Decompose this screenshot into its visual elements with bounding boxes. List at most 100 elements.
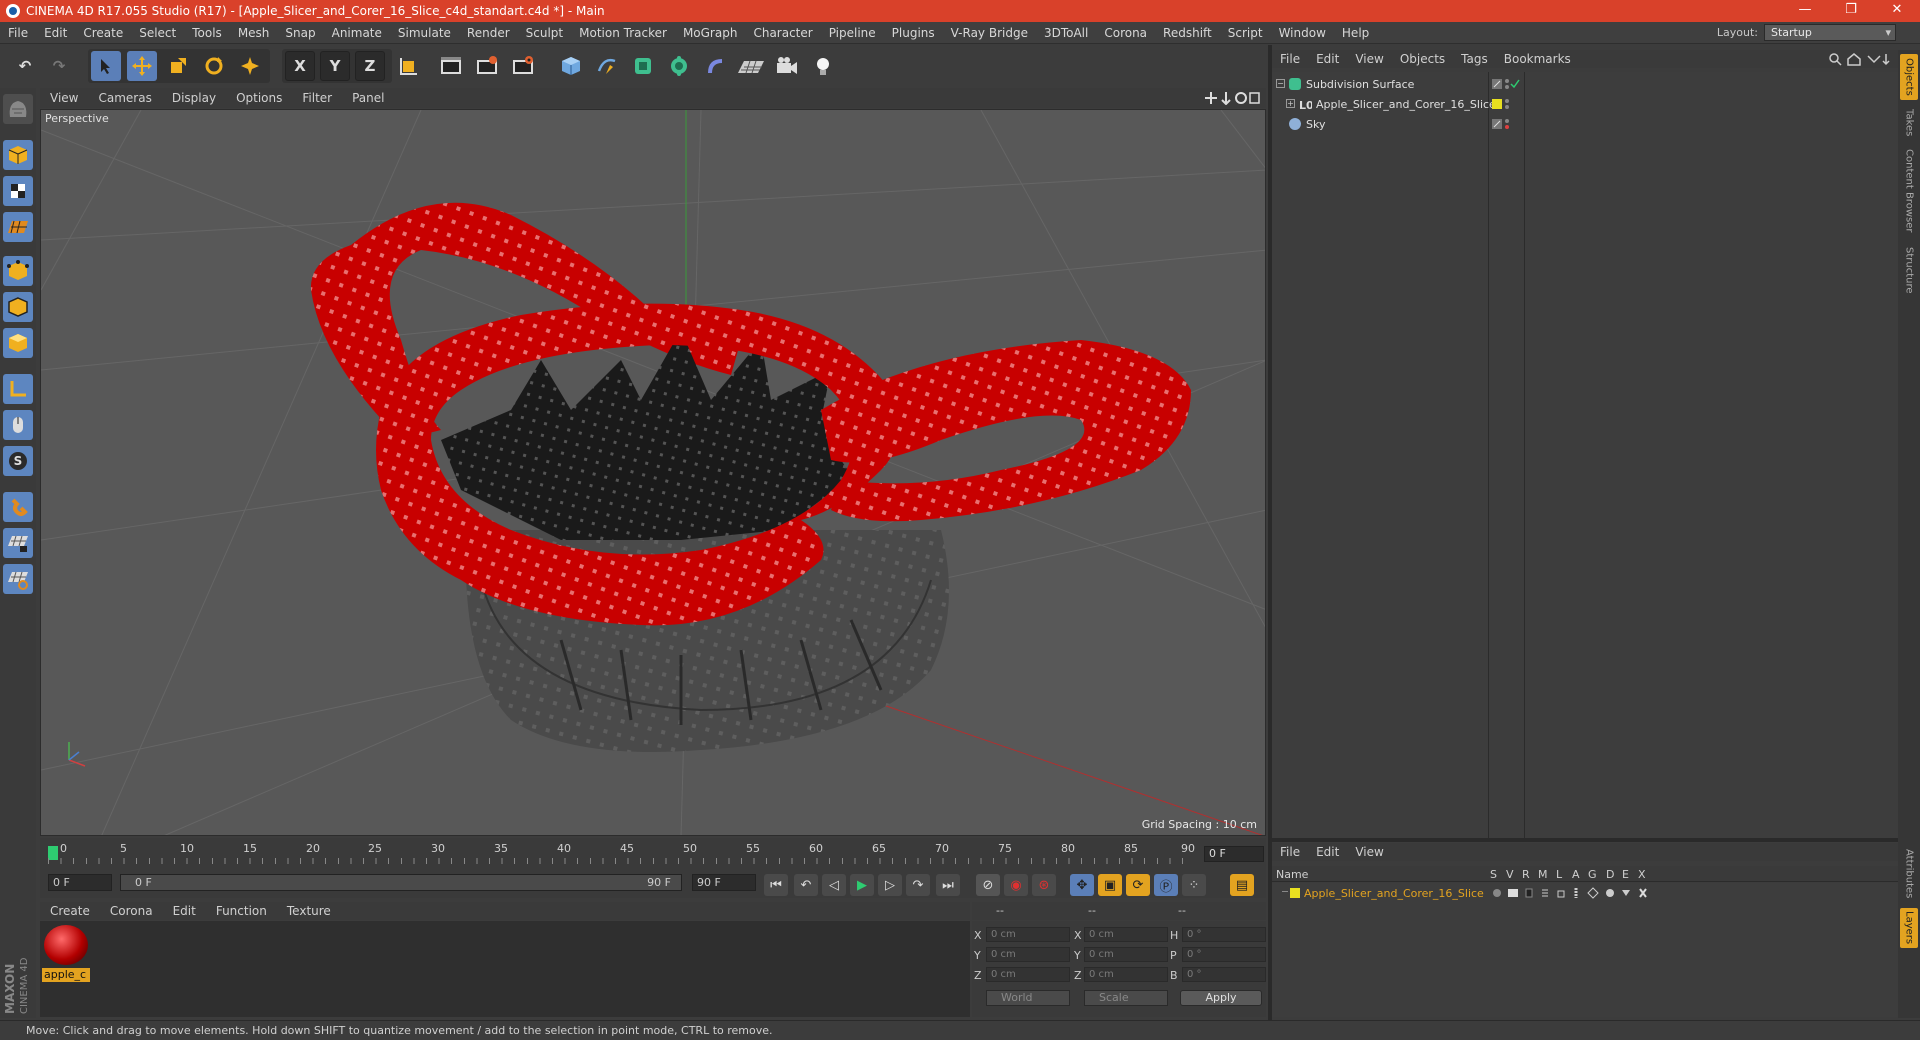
end-frame-field[interactable]: 90 F [692,874,756,891]
viewport-menu-filter[interactable]: Filter [292,91,342,105]
material-menu-corona[interactable]: Corona [100,904,163,918]
go-to-start-icon[interactable]: ⏮ [764,874,788,896]
snap-icon[interactable]: S [3,446,33,476]
key-pla-icon[interactable]: ⁘ [1182,874,1206,896]
menu-mograph[interactable]: MoGraph [675,26,746,40]
menu-render[interactable]: Render [459,26,518,40]
layout-select[interactable]: Startup [1764,24,1896,41]
om-menu-objects[interactable]: Objects [1392,52,1453,66]
tab-structure[interactable]: Structure [1900,242,1918,298]
render-settings-icon[interactable] [508,51,538,81]
size-x-field[interactable]: 0 cm [1084,927,1168,942]
apply-button[interactable]: Apply [1180,990,1262,1006]
tab-layers[interactable]: Layers [1900,908,1918,948]
model-mode-icon[interactable] [3,140,33,170]
points-mode-icon[interactable] [3,256,33,286]
viewport-menu-display[interactable]: Display [162,91,226,105]
move-tool-icon[interactable] [127,51,157,81]
menu-mesh[interactable]: Mesh [230,26,278,40]
tab-takes[interactable]: Takes [1900,106,1918,140]
menu-select[interactable]: Select [131,26,184,40]
layer-row[interactable]: Apple_Slicer_and_Corer_16_Slice [1272,883,1898,903]
menu-pipeline[interactable]: Pipeline [821,26,884,40]
current-frame-field[interactable]: 0 F [1204,846,1264,862]
autokey-icon[interactable]: ⊛ [1032,874,1056,896]
om-menu-file[interactable]: File [1272,52,1308,66]
next-key-icon[interactable]: ↷ [906,874,930,896]
spline-pen-icon[interactable] [592,51,622,81]
menu-edit[interactable]: Edit [36,26,75,40]
rotate-tool-icon[interactable] [199,51,229,81]
minimize-button[interactable]: — [1782,0,1828,22]
om-menu-bookmarks[interactable]: Bookmarks [1496,52,1579,66]
om-search-home-icons[interactable] [1828,52,1892,66]
x-axis-lock[interactable]: X [285,51,315,81]
position-y-field[interactable]: 0 cm [986,947,1070,962]
magnet-icon[interactable] [3,492,33,522]
size-mode-select[interactable]: Scale [1084,990,1168,1006]
range-slider[interactable]: 0 F 90 F [120,874,682,891]
make-editable-icon[interactable] [3,94,33,124]
material-menu-function[interactable]: Function [206,904,277,918]
collapse-icon[interactable]: − [1276,79,1285,88]
workplane-mode-icon[interactable] [3,212,33,242]
viewport-menu-view[interactable]: View [40,91,88,105]
menu-plugins[interactable]: Plugins [884,26,943,40]
material-menu-edit[interactable]: Edit [163,904,206,918]
object-row-sky[interactable]: Sky [1272,114,1898,134]
lm-menu-edit[interactable]: Edit [1308,845,1347,859]
menu-redshift[interactable]: Redshift [1155,26,1220,40]
previous-frame-icon[interactable]: ◁ [822,874,846,896]
layer-color-icon[interactable] [1492,97,1520,111]
planar-workplane-icon[interactable] [3,564,33,594]
live-select-icon[interactable] [235,51,265,81]
position-x-field[interactable]: 0 cm [986,927,1070,942]
next-frame-icon[interactable]: ▷ [878,874,902,896]
timeline-window-icon[interactable]: ▤ [1230,874,1254,896]
viewport-menu-panel[interactable]: Panel [342,91,394,105]
rotation-p-field[interactable]: 0 ° [1182,947,1266,962]
go-to-end-icon[interactable]: ⏭ [936,874,960,896]
expand-icon[interactable]: + [1286,99,1295,108]
light-icon[interactable] [808,51,838,81]
material-item[interactable]: apple_c [40,921,92,985]
deformer-icon[interactable] [700,51,730,81]
z-axis-lock[interactable]: Z [355,51,385,81]
object-row-subdivision-surface[interactable]: − Subdivision Surface [1272,74,1898,94]
menu-script[interactable]: Script [1220,26,1271,40]
menu-help[interactable]: Help [1334,26,1377,40]
viewport-menu-cameras[interactable]: Cameras [88,91,161,105]
y-axis-lock[interactable]: Y [320,51,350,81]
om-menu-view[interactable]: View [1347,52,1391,66]
viewport-navigation-icons[interactable] [1204,91,1260,105]
material-menu-create[interactable]: Create [40,904,100,918]
menu-3dtoall[interactable]: 3DToAll [1036,26,1096,40]
key-position-icon[interactable]: ✥ [1070,874,1094,896]
size-z-field[interactable]: 0 cm [1084,967,1168,982]
floor-icon[interactable] [736,51,766,81]
start-frame-field[interactable]: 0 F [48,874,112,891]
undo-button[interactable]: ↶ [10,51,40,81]
menu-window[interactable]: Window [1271,26,1334,40]
perspective-viewport[interactable]: Perspective Grid Spacing : 10 cm [40,109,1266,836]
position-z-field[interactable]: 0 cm [986,967,1070,982]
menu-corona[interactable]: Corona [1096,26,1155,40]
record-active-icon[interactable]: ◉ [1004,874,1028,896]
object-row-apple-slicer[interactable]: + L0 Apple_Slicer_and_Corer_16_Slice [1272,94,1898,114]
viewport-menu-options[interactable]: Options [226,91,292,105]
key-rotation-icon[interactable]: ⟳ [1126,874,1150,896]
lock-workplane-icon[interactable] [3,528,33,558]
menu-tools[interactable]: Tools [184,26,230,40]
menu-snap[interactable]: Snap [277,26,323,40]
menu-create[interactable]: Create [75,26,131,40]
material-menu-texture[interactable]: Texture [277,904,341,918]
tab-objects[interactable]: Objects [1900,54,1918,100]
om-menu-tags[interactable]: Tags [1453,52,1496,66]
menu-motion-tracker[interactable]: Motion Tracker [571,26,675,40]
key-parameter-icon[interactable]: Ⓟ [1154,874,1178,896]
timeline-ruler[interactable]: 0 5 10 15 20 25 30 35 40 45 50 55 60 65 … [48,842,1195,864]
visibility-check-icon[interactable] [1492,77,1520,91]
menu-character[interactable]: Character [745,26,820,40]
menu-vray-bridge[interactable]: V-Ray Bridge [943,26,1036,40]
om-menu-edit[interactable]: Edit [1308,52,1347,66]
